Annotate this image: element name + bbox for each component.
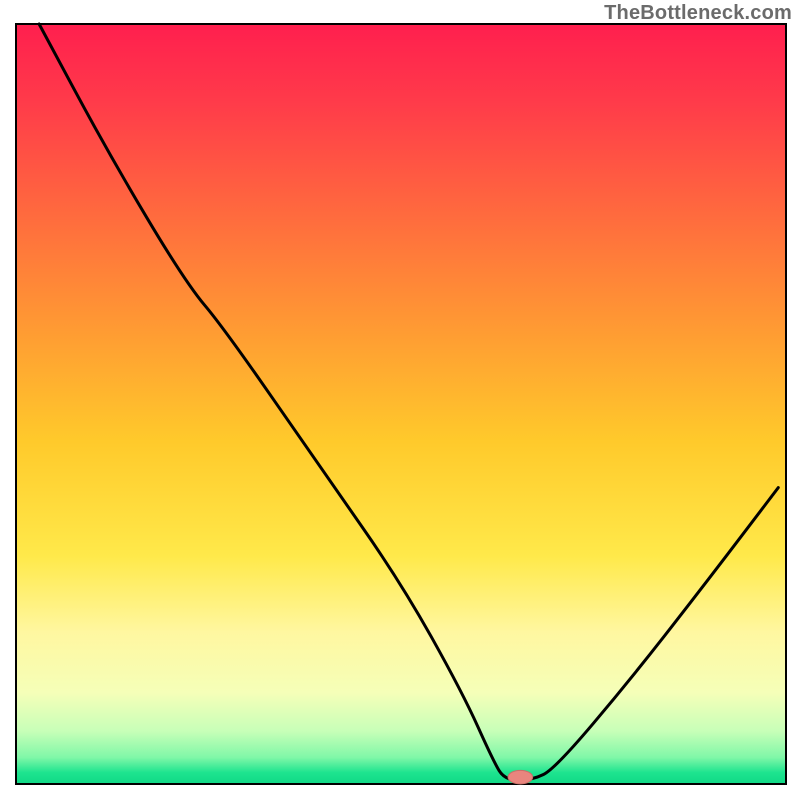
watermark-text: TheBottleneck.com (604, 2, 792, 25)
plot-background (16, 24, 786, 784)
optimal-marker (508, 770, 533, 784)
bottleneck-chart (0, 0, 800, 800)
chart-container: TheBottleneck.com (0, 0, 800, 800)
